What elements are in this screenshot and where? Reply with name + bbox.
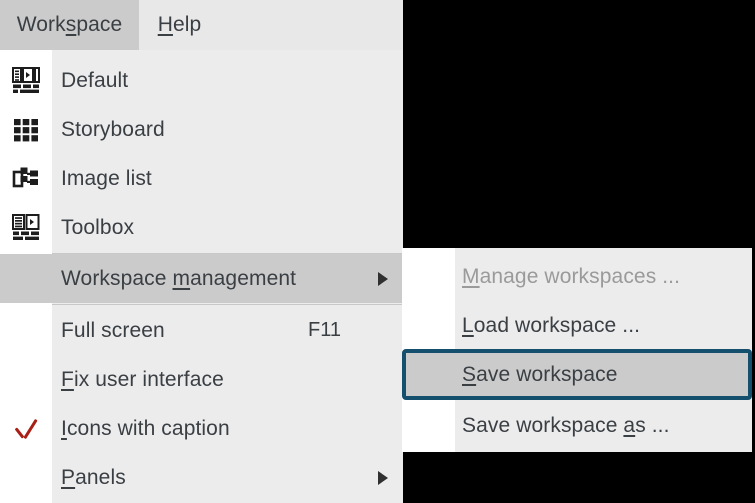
menu-item-panels-icon-slot [0,453,52,502]
menubar-item-workspace-mnemonic: s [66,13,77,37]
menu-bar: Workspace Help [0,0,403,50]
menu-item-panels[interactable]: Panels [0,453,403,502]
wsm-post: anagement [190,267,296,290]
menu-item-full-screen-icon-slot [0,306,52,355]
panels-submenu-arrow-icon [378,471,388,485]
submenu-item-load-workspace-label: Load workspace ... [402,314,640,338]
backdrop-bottom-right [403,452,755,503]
layout-default-icon [0,56,52,105]
menu-item-icons-with-caption[interactable]: Icons with caption [0,404,403,453]
submenu-item-manage-workspaces[interactable]: Manage workspaces ... [402,252,752,301]
screen-root: Workspace Help [0,0,755,503]
mw-post: anage workspaces ... [480,265,680,288]
menubar-item-workspace-post: pace [76,13,122,37]
menu-item-full-screen[interactable]: Full screen F11 [0,306,403,355]
fui-mnemonic: F [61,368,74,391]
menubar-item-help[interactable]: Help [148,0,211,50]
menubar-item-help-post: elp [173,13,201,37]
swa-pre: Save workspace [462,414,623,437]
swa-post: s ... [635,414,669,437]
lw-post: oad workspace ... [474,314,640,337]
menu-item-toolbox[interactable]: Toolbox [0,203,403,252]
panels-post: anels [75,466,126,489]
submenu-arrow-icon [378,272,388,286]
menu-item-storyboard-label: Storyboard [52,118,165,142]
menu-item-icons-with-caption-label: Icons with caption [52,417,230,441]
submenu-item-save-workspace[interactable]: Save workspace [402,349,752,400]
backdrop-top-right [403,0,755,248]
menu-item-fix-user-interface[interactable]: Fix user interface [0,355,403,404]
lw-mnemonic: L [462,314,474,337]
check-icon [0,404,52,453]
iwc-post: cons with caption [67,417,230,440]
menubar-item-workspace[interactable]: Workspace [0,0,139,50]
wsm-pre: Workspace [61,267,173,290]
submenu-item-save-workspace-as[interactable]: Save workspace as ... [402,401,752,450]
mw-mnemonic: M [462,265,480,288]
menu-item-workspace-management-label: Workspace management [52,267,296,291]
menu-item-workspace-management-icon-slot [0,254,52,303]
submenu-item-load-workspace[interactable]: Load workspace ... [402,301,752,350]
menu-item-toolbox-label: Toolbox [52,216,134,240]
menu-item-fix-user-interface-icon-slot [0,355,52,404]
menu-item-default[interactable]: Default [0,56,403,105]
workspace-management-submenu: Manage workspaces ... Load workspace ...… [402,248,752,452]
submenu-item-manage-workspaces-label: Manage workspaces ... [402,265,680,289]
sw-mnemonic: S [462,363,476,386]
workspace-dropdown-menu: Default [0,50,403,503]
menu-item-image-list-label: Image list [52,167,152,191]
tree-image-list-icon [0,154,52,203]
menu-item-fix-user-interface-label: Fix user interface [52,368,224,392]
menu-item-storyboard[interactable]: Storyboard [0,105,403,154]
fui-post: ix user interface [74,368,224,391]
menubar-item-workspace-pre: Work [17,13,66,37]
menu-item-image-list[interactable]: Image list [0,154,403,203]
menu-item-workspace-management[interactable]: Workspace management [0,254,403,303]
check-icon-glyph [13,416,39,442]
submenu-item-save-workspace-label: Save workspace [406,363,617,387]
swa-mnemonic: a [623,414,635,437]
menubar-item-help-mnemonic: H [158,13,173,37]
panels-mnemonic: P [61,466,75,489]
wsm-mnemonic: m [173,267,191,290]
menu-item-full-screen-label: Full screen [52,319,165,343]
menu-separator-2 [52,304,403,305]
toolbox-icon [0,203,52,252]
menu-item-panels-label: Panels [52,466,126,490]
grid-storyboard-icon [0,105,52,154]
submenu-item-save-workspace-as-label: Save workspace as ... [402,414,670,438]
menu-item-default-label: Default [52,69,128,93]
sw-post: ave workspace [476,363,617,386]
menu-item-full-screen-shortcut: F11 [308,319,341,342]
